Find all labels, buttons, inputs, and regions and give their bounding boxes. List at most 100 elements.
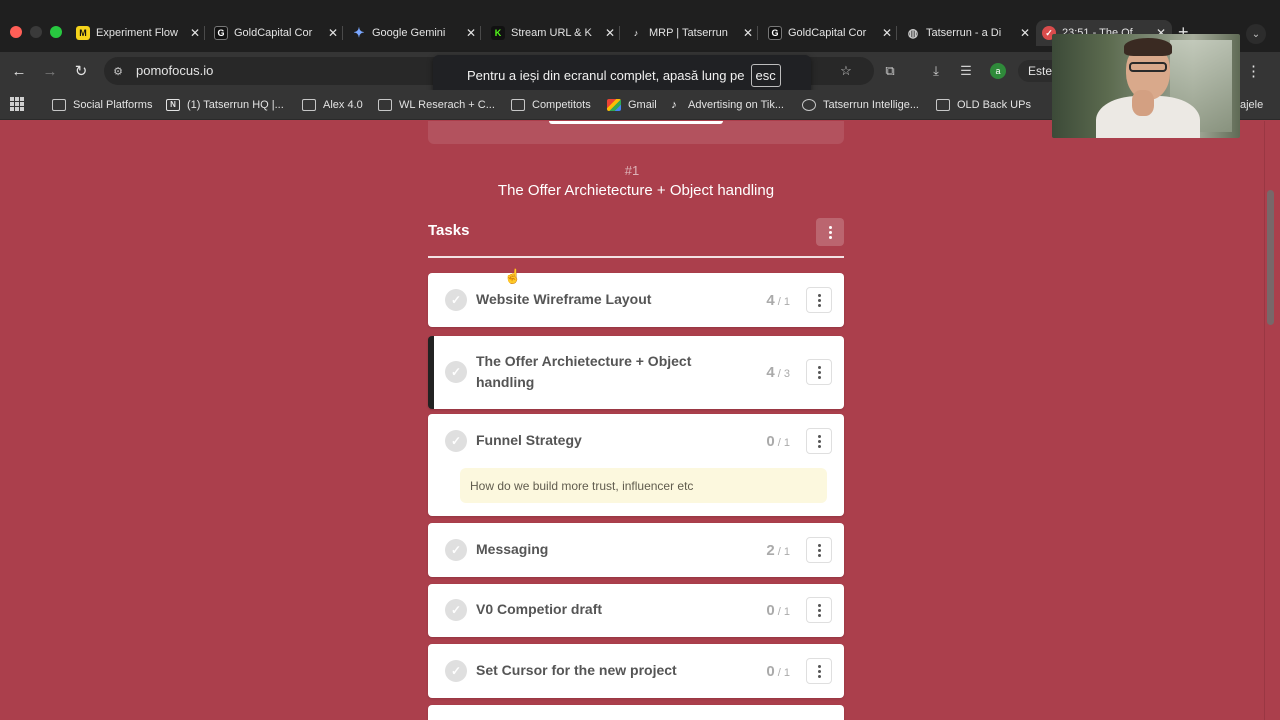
reload-icon[interactable]: ↻ [71, 61, 91, 81]
back-icon[interactable]: ← [9, 61, 29, 81]
close-tab-icon[interactable]: ✕ [466, 26, 476, 40]
kick-icon: K [491, 26, 505, 40]
gemini-icon: ✦ [353, 25, 365, 40]
goldcapital-icon: G [214, 26, 228, 40]
bookmark-label: Competitots [532, 99, 591, 111]
task-item[interactable]: ✓ Set Cursor for the new project 0 / 1 [428, 644, 844, 698]
check-icon[interactable]: ✓ [445, 539, 467, 561]
check-icon[interactable]: ✓ [445, 660, 467, 682]
browser-tab[interactable]: M Experiment Flow ✕ [70, 20, 206, 46]
reading-list-icon[interactable]: ☰ [956, 61, 976, 81]
task-item-active[interactable]: ✓ The Offer Archietecture + Object handl… [428, 336, 844, 409]
download-icon[interactable]: ⤓ [926, 61, 946, 81]
tab-title: GoldCapital Cor [788, 27, 867, 39]
task-menu-button[interactable] [806, 359, 832, 385]
check-icon[interactable]: ✓ [445, 361, 467, 383]
browser-tab[interactable]: ✦ Google Gemini ✕ [346, 20, 482, 46]
fullscreen-notice-text: Pentru a ieși din ecranul complet, apasă… [467, 67, 745, 83]
bookmark-label: Advertising on Tik... [688, 99, 784, 111]
folder-icon [302, 99, 316, 111]
browser-tab[interactable]: ♪ MRP | Tatserrun ✕ [623, 20, 759, 46]
pomodoro-count: 4 / 3 [766, 364, 790, 381]
task-note: How do we build more trust, influencer e… [460, 468, 827, 503]
extensions-icon[interactable]: ⧉ [880, 61, 900, 81]
tasks-menu-button[interactable] [816, 218, 844, 246]
task-item[interactable]: ✓ Funnel Strategy 0 / 1 How do we build … [428, 414, 844, 516]
check-icon[interactable]: ✓ [445, 599, 467, 621]
task-menu-button[interactable] [806, 287, 832, 313]
apps-grid-icon[interactable] [10, 97, 24, 111]
extension-a-icon[interactable]: a [990, 63, 1006, 79]
close-tab-icon[interactable]: ✕ [743, 26, 753, 40]
minimize-window-button[interactable] [30, 26, 42, 38]
bookmark-label: OLD Back UPs [957, 99, 1031, 111]
check-icon[interactable]: ✓ [445, 430, 467, 452]
scrollbar-thumb[interactable] [1267, 190, 1274, 325]
more-vertical-icon [817, 293, 821, 307]
browser-tab[interactable]: K Stream URL & K ✕ [485, 20, 621, 46]
bookmark-item[interactable]: Social Platforms [52, 97, 152, 113]
bookmark-label: Alex 4.0 [323, 99, 363, 111]
window-controls [10, 26, 62, 38]
check-icon[interactable]: ✓ [445, 289, 467, 311]
bookmark-item[interactable]: Gmail [607, 97, 657, 113]
browser-menu-icon[interactable]: ⋮ [1246, 62, 1261, 80]
close-window-button[interactable] [10, 26, 22, 38]
bookmark-label: Tatserrun Intellige... [823, 99, 919, 111]
bookmark-label: ajele [1240, 99, 1264, 111]
pomodoro-count: 0 / 1 [766, 433, 790, 450]
start-button[interactable] [549, 121, 723, 124]
timer-card [428, 121, 844, 144]
bookmark-item[interactable]: N (1) Tatserrun HQ |... [166, 97, 284, 113]
close-tab-icon[interactable]: ✕ [1020, 26, 1030, 40]
current-task-title: The Offer Archietecture + Object handlin… [497, 182, 775, 199]
close-tab-icon[interactable]: ✕ [882, 26, 892, 40]
task-item[interactable] [428, 705, 844, 720]
tab-title: Stream URL & K [511, 27, 592, 39]
task-name: Set Cursor for the new project [476, 662, 677, 678]
browser-tab[interactable]: ◍ Tatserrun - a Di ✕ [900, 20, 1036, 46]
folder-icon [378, 99, 392, 111]
close-tab-icon[interactable]: ✕ [605, 26, 615, 40]
folder-icon [511, 99, 525, 111]
tab-title: Tatserrun - a Di [926, 27, 1002, 39]
site-info-icon[interactable]: ⚙ [110, 63, 126, 79]
close-tab-icon[interactable]: ✕ [190, 26, 200, 40]
more-vertical-icon [828, 225, 832, 239]
bookmark-item[interactable]: WL Reserach + C... [378, 97, 495, 113]
tiktok-icon: ♪ [633, 28, 639, 38]
task-menu-button[interactable] [806, 597, 832, 623]
globe-icon [802, 99, 816, 111]
bookmark-item[interactable]: OLD Back UPs [936, 97, 1031, 113]
task-item[interactable]: ✓ V0 Competior draft 0 / 1 [428, 584, 844, 637]
tab-search-icon[interactable]: ⌄ [1246, 24, 1266, 44]
esc-key-label: esc [750, 63, 781, 87]
tasks-header: Tasks [428, 218, 844, 258]
pomodoro-count: 4 / 1 [766, 292, 790, 309]
task-item[interactable]: ✓ Website Wireframe Layout 4 / 1 [428, 273, 844, 327]
pomodoro-count: 0 / 1 [766, 663, 790, 680]
fullscreen-notice: Pentru a ieși din ecranul complet, apasă… [433, 55, 811, 95]
browser-tab[interactable]: G GoldCapital Cor ✕ [762, 20, 898, 46]
url-text[interactable]: pomofocus.io [136, 63, 213, 78]
bookmark-item[interactable]: ajele [1240, 97, 1263, 113]
bookmark-item[interactable]: ♪ Advertising on Tik... [667, 97, 784, 113]
close-tab-icon[interactable]: ✕ [328, 26, 338, 40]
pomodoro-count: 2 / 1 [766, 542, 790, 559]
bookmark-label: WL Reserach + C... [399, 99, 495, 111]
gmail-icon [607, 99, 621, 111]
forward-icon[interactable]: → [40, 61, 60, 81]
task-menu-button[interactable] [806, 428, 832, 454]
fullscreen-window-button[interactable] [50, 26, 62, 38]
task-name: V0 Competior draft [476, 601, 603, 617]
more-vertical-icon [817, 543, 821, 557]
task-menu-button[interactable] [806, 658, 832, 684]
bookmark-star-icon[interactable]: ☆ [836, 61, 856, 81]
bookmark-item[interactable]: Tatserrun Intellige... [802, 97, 919, 113]
task-menu-button[interactable] [806, 537, 832, 563]
bookmark-item[interactable]: Competitots [511, 97, 591, 113]
bookmark-item[interactable]: Alex 4.0 [302, 97, 363, 113]
more-vertical-icon [817, 365, 821, 379]
task-item[interactable]: ✓ Messaging 2 / 1 [428, 523, 844, 577]
browser-tab[interactable]: G GoldCapital Cor ✕ [208, 20, 344, 46]
